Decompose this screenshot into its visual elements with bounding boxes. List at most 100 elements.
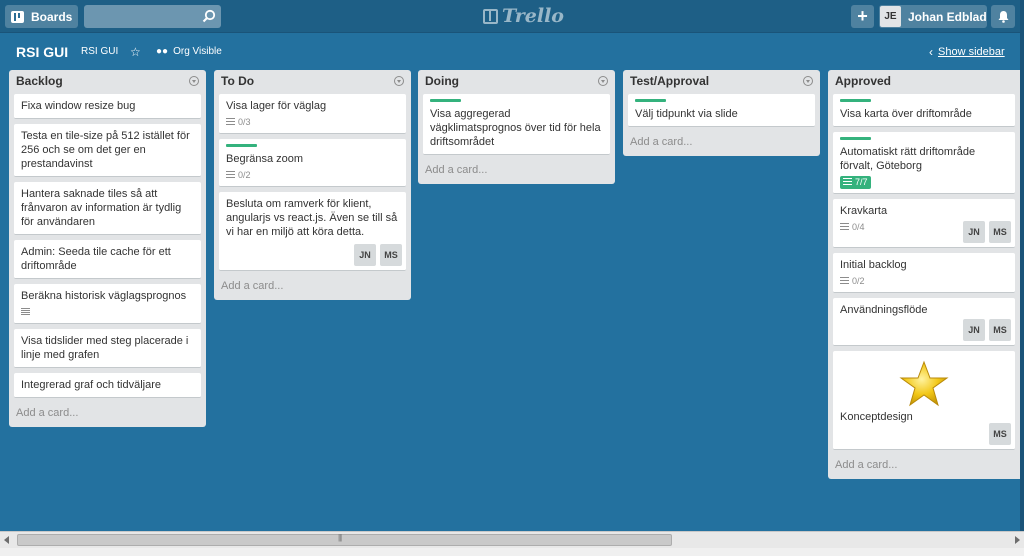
list-title[interactable]: Approved	[835, 74, 891, 88]
add-card-link[interactable]: Add a card...	[828, 455, 1020, 479]
card[interactable]: Visa karta över driftområde	[833, 94, 1015, 127]
star-cover-icon	[899, 360, 949, 407]
member-avatar[interactable]: MS	[989, 221, 1011, 243]
list-menu-icon[interactable]	[189, 76, 199, 86]
board-org[interactable]: RSI GUI	[81, 46, 118, 57]
card-title: Hantera saknade tiles så att frånvaron a…	[21, 188, 182, 228]
add-button[interactable]: +	[851, 5, 874, 28]
list-menu-icon[interactable]	[803, 76, 813, 86]
list-header: Approved	[828, 70, 1020, 92]
card[interactable]: Integrerad graf och tidväljare	[14, 373, 201, 398]
list-title[interactable]: Test/Approval	[630, 74, 709, 88]
list-title[interactable]: Doing	[425, 74, 459, 88]
scroll-left-arrow-icon[interactable]	[4, 536, 9, 544]
card-label	[635, 99, 666, 102]
bell-icon	[998, 11, 1008, 23]
card[interactable]: Initial backlog 0/2	[833, 253, 1015, 293]
horizontal-scrollbar[interactable]	[0, 531, 1024, 548]
card[interactable]: Admin: Seeda tile cache för ett driftomr…	[14, 240, 201, 279]
card-label	[840, 99, 871, 102]
scrollbar-thumb[interactable]	[17, 533, 672, 546]
add-card-link[interactable]: Add a card...	[9, 403, 206, 427]
card-title: Visa tidslider med steg placerade i linj…	[21, 335, 189, 361]
search-input[interactable]	[84, 5, 221, 28]
card-title: Visa karta över driftområde	[840, 108, 972, 120]
list-header: Backlog	[9, 70, 206, 92]
card[interactable]: Automatiskt rätt driftområde förvalt, Gö…	[833, 132, 1015, 194]
card-members: JN MS	[226, 244, 402, 266]
checklist-icon	[840, 223, 849, 231]
member-avatar[interactable]: JN	[354, 244, 376, 266]
card-title: Användningsflöde	[840, 304, 928, 316]
org-visibility-icon: ●●	[156, 46, 169, 57]
card-title: Visa lager för väglag	[226, 100, 327, 112]
card[interactable]: Hantera saknade tiles så att frånvaron a…	[14, 182, 201, 235]
card[interactable]: Visa tidslider med steg placerade i linj…	[14, 329, 201, 368]
board-visibility[interactable]: ●● Org Visible	[156, 46, 222, 57]
card-title: Testa en tile-size på 512 istället för 2…	[21, 130, 190, 170]
card-badges: 7/7	[840, 175, 1008, 189]
member-avatar[interactable]: MS	[380, 244, 402, 266]
checklist-icon	[226, 118, 235, 126]
card-badges: 0/3	[226, 116, 399, 128]
card-members: JN MS	[959, 319, 1011, 341]
star-icon[interactable]: ☆	[130, 45, 141, 59]
list-title[interactable]: To Do	[221, 74, 254, 88]
checklist-count: 0/2	[852, 276, 865, 286]
card[interactable]: Välj tidpunkt via slide	[628, 94, 815, 127]
card[interactable]: Fixa window resize bug	[14, 94, 201, 119]
scroll-right-arrow-icon[interactable]	[1015, 536, 1020, 544]
add-card-link[interactable]: Add a card...	[214, 276, 411, 300]
card[interactable]: Konceptdesign MS	[833, 351, 1015, 450]
card-label	[840, 137, 871, 140]
card[interactable]: Beräkna historisk väglagsprognos	[14, 284, 201, 324]
add-card-link[interactable]: Add a card...	[418, 160, 615, 184]
card-title: Besluta om ramverk för klient, angularjs…	[226, 198, 398, 238]
card-members: MS	[985, 423, 1011, 445]
add-card-link[interactable]: Add a card...	[623, 132, 820, 156]
card[interactable]: Användningsflöde JN MS	[833, 298, 1015, 346]
trello-logo-icon	[483, 8, 498, 24]
boards-icon	[11, 10, 24, 23]
checklist-icon	[840, 277, 849, 285]
visibility-label: Org Visible	[173, 46, 222, 57]
member-avatar[interactable]: JN	[963, 319, 985, 341]
user-menu-button[interactable]: JE Johan Edblad	[879, 5, 987, 28]
card-title: Initial backlog	[840, 259, 907, 271]
list-menu-icon[interactable]	[598, 76, 608, 86]
boards-button[interactable]: Boards	[5, 5, 78, 28]
avatar: JE	[880, 6, 901, 27]
trello-logo[interactable]: Trello	[483, 5, 564, 27]
show-sidebar-link[interactable]: ‹ Show sidebar	[929, 45, 1005, 59]
member-avatar[interactable]: JN	[963, 221, 985, 243]
list-approved: Approved Visa karta över driftområde Aut…	[828, 70, 1020, 479]
list-menu-icon[interactable]	[394, 76, 404, 86]
card[interactable]: Besluta om ramverk för klient, angularjs…	[219, 192, 406, 271]
checklist-count: 7/7	[855, 177, 868, 187]
list-title[interactable]: Backlog	[16, 74, 63, 88]
member-avatar[interactable]: MS	[989, 319, 1011, 341]
card[interactable]: Visa aggregerad vägklimatsprognos över t…	[423, 94, 610, 155]
list-test-approval: Test/Approval Välj tidpunkt via slide Ad…	[623, 70, 820, 156]
notifications-button[interactable]	[991, 5, 1015, 28]
card-title: Kravkarta	[840, 205, 888, 217]
list-header: To Do	[214, 70, 411, 92]
card-title: Automatiskt rätt driftområde förvalt, Gö…	[840, 146, 976, 172]
card-badges	[21, 306, 194, 318]
user-name: Johan Edblad	[908, 9, 987, 24]
chevron-left-icon: ‹	[929, 45, 933, 59]
checklist-count: 0/2	[238, 170, 251, 180]
top-bar: Boards Trello + JE Johan Edblad	[0, 0, 1024, 33]
member-avatar[interactable]: MS	[989, 423, 1011, 445]
card[interactable]: Testa en tile-size på 512 istället för 2…	[14, 124, 201, 177]
card-label	[430, 99, 461, 102]
checklist-complete-badge: 7/7	[840, 175, 871, 189]
card-title: Fixa window resize bug	[21, 100, 136, 112]
search-icon[interactable]	[202, 9, 216, 23]
board-title[interactable]: RSI GUI	[16, 44, 68, 60]
card[interactable]: Begränsa zoom 0/2	[219, 139, 406, 187]
plus-icon: +	[857, 6, 868, 26]
list-header: Test/Approval	[623, 70, 820, 92]
card[interactable]: Visa lager för väglag 0/3	[219, 94, 406, 134]
card[interactable]: Kravkarta 0/4 JN MS	[833, 199, 1015, 248]
